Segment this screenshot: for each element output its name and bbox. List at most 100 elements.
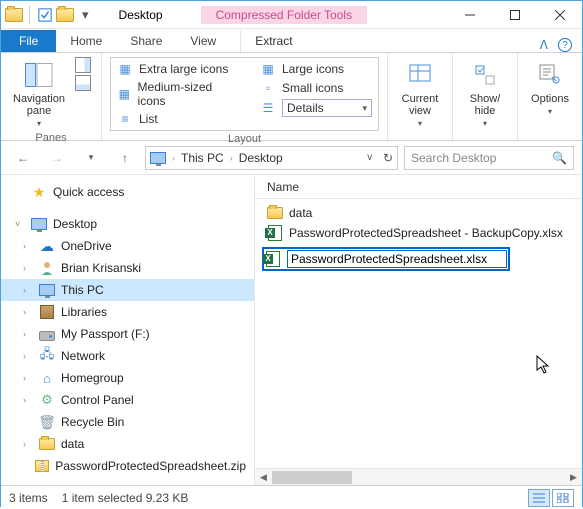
- layout-details[interactable]: ☰ Details▾: [256, 98, 376, 118]
- layout-medium[interactable]: ▦Medium-sized icons: [113, 79, 238, 109]
- chevron-down-icon: ▾: [418, 119, 422, 128]
- chevron-down-icon: ▾: [548, 107, 552, 116]
- monitor-icon: [39, 282, 55, 298]
- layout-small[interactable]: ▫Small icons: [256, 79, 376, 97]
- refresh-button[interactable]: ↻: [383, 151, 393, 165]
- folder-icon-2[interactable]: [56, 6, 74, 24]
- file-list: Name data PasswordProtectedSpreadsheet -…: [255, 175, 582, 485]
- zip-icon: [35, 458, 49, 474]
- file-list-body[interactable]: data PasswordProtectedSpreadsheet - Back…: [255, 199, 582, 468]
- tree-libraries[interactable]: ›Libraries: [1, 301, 254, 323]
- up-button[interactable]: ↑: [111, 146, 139, 170]
- star-icon: ★: [31, 184, 47, 200]
- content-area: ★ Quick access ˅ Desktop ›☁OneDrive ›Bri…: [1, 175, 582, 485]
- ribbon-group-layout: ▦Extra large icons ▦Medium-sized icons ≡…: [102, 53, 388, 140]
- chevron-right-icon: ›: [228, 153, 235, 163]
- layout-large[interactable]: ▦Large icons: [256, 60, 376, 78]
- show-hide-button[interactable]: Show/ hide ▾: [461, 57, 509, 130]
- details-pane-button[interactable]: [75, 75, 91, 91]
- status-selection: 1 item selected 9.23 KB: [62, 491, 189, 505]
- context-tab-label: Compressed Folder Tools: [193, 6, 376, 24]
- folder-icon: [267, 205, 283, 221]
- breadcrumb[interactable]: This PC: [181, 151, 224, 165]
- recent-locations-button[interactable]: ▾: [77, 146, 105, 170]
- libraries-icon: [39, 304, 55, 320]
- tab-file[interactable]: File: [1, 30, 56, 52]
- scroll-left-button[interactable]: ◀: [255, 469, 272, 486]
- navigation-tree[interactable]: ★ Quick access ˅ Desktop ›☁OneDrive ›Bri…: [1, 175, 255, 485]
- tab-view[interactable]: View: [176, 30, 230, 52]
- address-dropdown[interactable]: v: [367, 152, 372, 163]
- address-field[interactable]: › This PC › Desktop v ↻: [145, 146, 398, 170]
- properties-icon[interactable]: [36, 6, 54, 24]
- current-view-button[interactable]: Current view ▾: [396, 57, 444, 130]
- ribbon-group-current-view: Current view ▾: [388, 53, 453, 140]
- tree-recycle-bin[interactable]: 🗑Recycle Bin: [1, 411, 254, 433]
- tab-extract[interactable]: Extract: [240, 30, 306, 52]
- cursor-icon: [536, 355, 552, 378]
- tree-quick-access[interactable]: ★ Quick access: [1, 181, 254, 203]
- scrollbar-thumb[interactable]: [272, 471, 352, 484]
- tree-data-folder[interactable]: ›data: [1, 433, 254, 455]
- close-button[interactable]: [537, 1, 582, 29]
- recycle-bin-icon: 🗑: [39, 414, 55, 430]
- maximize-button[interactable]: [492, 1, 537, 29]
- tree-onedrive[interactable]: ›☁OneDrive: [1, 235, 254, 257]
- search-icon: 🔍: [552, 151, 567, 165]
- tree-drive[interactable]: ›My Passport (F:): [1, 323, 254, 345]
- quick-access-toolbar: ▾: [1, 6, 99, 24]
- status-bar: 3 items 1 item selected 9.23 KB: [1, 485, 582, 509]
- tree-network[interactable]: ›🖧Network: [1, 345, 254, 367]
- list-item[interactable]: PasswordProtectedSpreadsheet - BackupCop…: [265, 223, 572, 243]
- tree-this-pc[interactable]: ›This PC: [1, 279, 254, 301]
- window-controls: [447, 1, 582, 29]
- status-item-count: 3 items: [9, 491, 48, 505]
- homegroup-icon: ⌂: [39, 370, 55, 386]
- list-item[interactable]: data: [265, 203, 572, 223]
- rename-input[interactable]: [287, 250, 507, 268]
- breadcrumb[interactable]: Desktop: [239, 151, 283, 165]
- xlsx-icon: [267, 225, 283, 241]
- tree-desktop[interactable]: ˅ Desktop: [1, 213, 254, 235]
- chevron-down-icon: ▾: [37, 119, 41, 128]
- back-button[interactable]: ←: [9, 146, 37, 170]
- cloud-icon: ☁: [39, 238, 55, 254]
- qat-dropdown[interactable]: ▾: [76, 7, 95, 23]
- column-header-name[interactable]: Name: [255, 175, 582, 199]
- help-icon[interactable]: ?: [558, 38, 572, 52]
- ribbon-collapse[interactable]: ᐱ ?: [530, 38, 582, 52]
- rename-selection: [262, 247, 510, 271]
- tree-homegroup[interactable]: ›⌂Homegroup: [1, 367, 254, 389]
- view-toggle: [528, 489, 574, 507]
- qat-divider: [29, 6, 30, 24]
- folder-icon[interactable]: [5, 6, 23, 24]
- layout-list[interactable]: ≡List: [113, 110, 238, 128]
- chevron-right-icon: ›: [170, 153, 177, 163]
- tree-control-panel[interactable]: ›⚙Control Panel: [1, 389, 254, 411]
- forward-button[interactable]: →: [43, 146, 71, 170]
- options-button[interactable]: Options ▾: [526, 57, 574, 118]
- icons-view-button[interactable]: [552, 489, 574, 507]
- scroll-right-button[interactable]: ▶: [565, 469, 582, 486]
- tree-zip-file[interactable]: PasswordProtectedSpreadsheet.zip: [1, 455, 254, 477]
- preview-pane-button[interactable]: [75, 57, 91, 73]
- minimize-button[interactable]: [447, 1, 492, 29]
- scrollbar-track[interactable]: [272, 469, 565, 486]
- chevron-up-icon: ᐱ: [540, 38, 548, 52]
- ribbon-group-panes: Navigation pane ▾ Panes: [1, 53, 102, 140]
- horizontal-scrollbar[interactable]: ◀ ▶: [255, 468, 582, 485]
- network-icon: 🖧: [39, 348, 55, 364]
- drive-icon: [39, 326, 55, 342]
- layout-extra-large[interactable]: ▦Extra large icons: [113, 60, 238, 78]
- details-view-button[interactable]: [528, 489, 550, 507]
- navigation-pane-button[interactable]: Navigation pane ▾: [9, 57, 69, 130]
- tree-user[interactable]: ›Brian Krisanski: [1, 257, 254, 279]
- ribbon-group-show-hide: Show/ hide ▾: [453, 53, 518, 140]
- xlsx-icon: [265, 251, 281, 267]
- tab-home[interactable]: Home: [56, 30, 116, 52]
- tab-share[interactable]: Share: [116, 30, 176, 52]
- search-input[interactable]: Search Desktop 🔍: [404, 146, 574, 170]
- user-icon: [39, 260, 55, 276]
- monitor-icon: [31, 216, 47, 232]
- ribbon-tabs: File Home Share View Extract ᐱ ?: [1, 29, 582, 53]
